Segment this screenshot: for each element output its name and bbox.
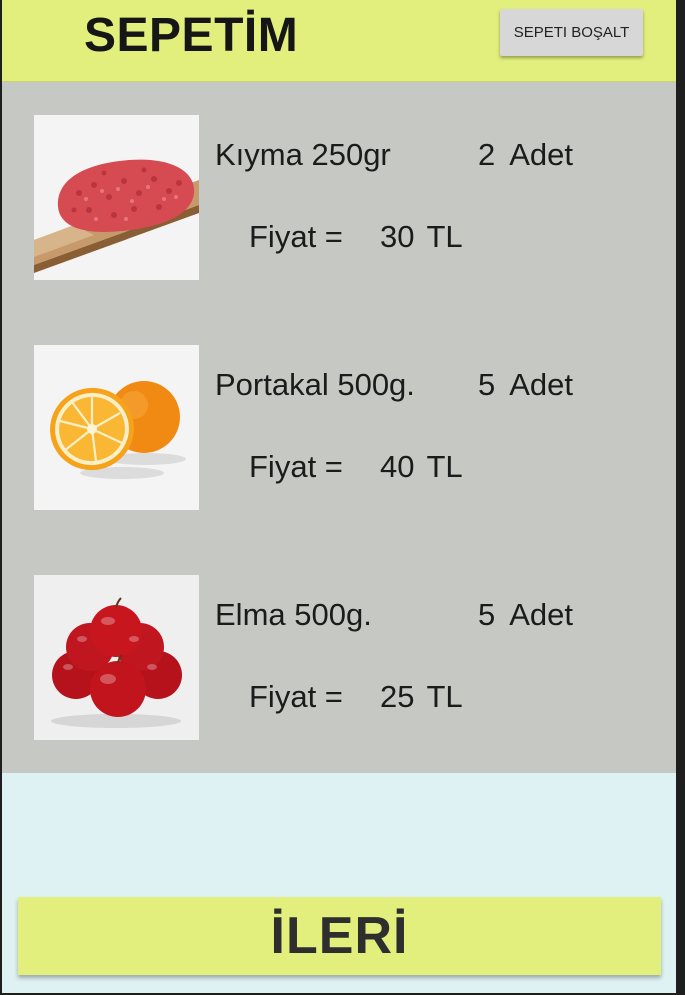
cart-item[interactable]: Elma 500g. 5 Adet Fiyat = 25 TL: [2, 575, 676, 745]
quantity-unit: Adet: [509, 367, 574, 402]
item-quantity: 2 Adet: [478, 137, 573, 173]
item-name: Portakal 500g.: [215, 367, 415, 402]
quantity-value: 2: [478, 137, 496, 172]
currency-label: TL: [426, 679, 463, 714]
page-title: SEPETİM: [84, 9, 299, 62]
quantity-value: 5: [478, 597, 496, 632]
clear-cart-button[interactable]: SEPETI BOŞALT: [500, 9, 643, 56]
quantity-value: 5: [478, 367, 496, 402]
item-price: 30 TL: [380, 219, 463, 255]
next-button[interactable]: İLERİ: [18, 897, 661, 975]
app-header: SEPETİM SEPETI BOŞALT: [2, 0, 676, 82]
currency-label: TL: [426, 449, 463, 484]
cart-list[interactable]: Kıyma 250gr 2 Adet Fiyat = 30 TL Portaka…: [2, 82, 676, 773]
item-quantity: 5 Adet: [478, 367, 573, 403]
orange-image: [34, 345, 199, 510]
apple-image: [34, 575, 199, 740]
price-label: Fiyat =: [249, 679, 343, 714]
price-value: 25: [380, 679, 415, 714]
item-quantity: 5 Adet: [478, 597, 573, 633]
cart-item[interactable]: Portakal 500g. 5 Adet Fiyat = 40 TL: [2, 345, 676, 515]
price-label: Fiyat =: [249, 449, 343, 484]
item-price: 40 TL: [380, 449, 463, 485]
price-value: 40: [380, 449, 415, 484]
cart-item[interactable]: Kıyma 250gr 2 Adet Fiyat = 30 TL: [2, 115, 676, 285]
currency-label: TL: [426, 219, 463, 254]
item-name: Elma 500g.: [215, 597, 372, 632]
price-value: 30: [380, 219, 415, 254]
cart-screen: SEPETİM SEPETI BOŞALT Kıyma 250gr 2 Adet…: [2, 0, 676, 993]
price-label: Fiyat =: [249, 219, 343, 254]
item-price: 25 TL: [380, 679, 463, 715]
minced-meat-image: [34, 115, 199, 280]
item-name: Kıyma 250gr: [215, 137, 391, 172]
quantity-unit: Adet: [509, 597, 574, 632]
quantity-unit: Adet: [509, 137, 574, 172]
